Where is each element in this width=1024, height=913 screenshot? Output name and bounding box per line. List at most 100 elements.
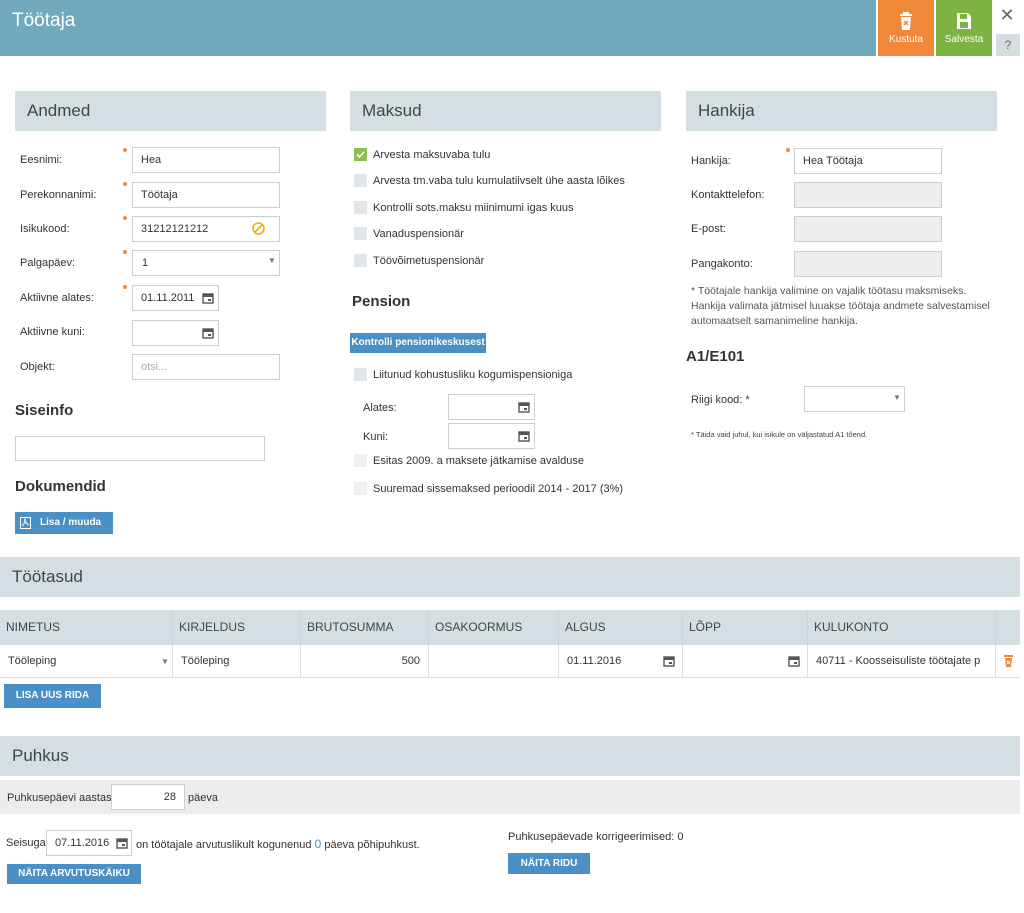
esitas-label: Esitas 2009. a maksete jätkamise avaldus…	[373, 455, 584, 467]
column-header: NIMETUS	[0, 610, 173, 645]
calendar-icon[interactable]	[663, 655, 675, 667]
perekonnanimi-label: Perekonnanimi:	[20, 189, 97, 201]
dokumendid-heading: Dokumendid	[15, 478, 106, 495]
suuremad-label: Suuremad sissemaksed perioodil 2014 - 20…	[373, 483, 624, 495]
required-marker	[123, 216, 127, 220]
palgapaev-label: Palgapäev:	[20, 257, 76, 269]
pension-kuni-label: Kuni:	[363, 431, 389, 443]
a1-heading: A1/E101	[686, 348, 745, 365]
maksud-checkbox-4[interactable]	[354, 254, 367, 267]
section-maksud: Maksud	[350, 91, 661, 131]
maksud-option-label: Arvesta maksuvaba tulu	[373, 149, 491, 161]
kontrolli-pensionikeskusest-button[interactable]: Kontrolli pensionikeskusest	[350, 333, 486, 353]
korrigeerimised-label: Puhkusepäevade korrigeerimised: 0	[508, 831, 684, 843]
calendar-icon[interactable]	[518, 401, 530, 413]
column-header: LÕPP	[683, 610, 808, 645]
hankija-label: Hankija:	[691, 155, 731, 167]
pension-heading: Pension	[352, 293, 411, 310]
eesnimi-label: Eesnimi:	[20, 154, 63, 166]
pdf-icon	[20, 517, 31, 529]
maksud-checkbox-2[interactable]	[354, 201, 367, 214]
required-marker	[786, 148, 790, 152]
calendar-icon[interactable]	[202, 327, 214, 339]
trash-icon[interactable]	[1003, 654, 1014, 667]
cell-brutosumma[interactable]: 500	[301, 645, 429, 677]
accrued-text: on töötajale arvutuslikult kogunenud 0 p…	[136, 837, 420, 851]
suuremad-checkbox[interactable]	[354, 482, 367, 495]
objekt-search-input[interactable]: otsi...	[132, 354, 280, 380]
riigi-kood-select[interactable]	[804, 386, 905, 412]
pangakonto-label: Pangakonto:	[691, 258, 753, 270]
puhkusepaevi-field[interactable]: 28	[111, 784, 185, 810]
maksud-checkbox-3[interactable]	[354, 227, 367, 240]
pension-alates-label: Alates:	[363, 402, 397, 414]
calendar-icon[interactable]	[518, 430, 530, 442]
section-hankija: Hankija	[686, 91, 997, 131]
aktiivne-kuni-label: Aktiivne kuni:	[20, 326, 85, 338]
palgapaev-select[interactable]	[132, 250, 280, 276]
eesnimi-field[interactable]: Hea	[132, 147, 280, 173]
trash-icon	[900, 12, 912, 30]
calendar-icon[interactable]	[202, 292, 214, 304]
maksud-option-label: Töövõimetuspensionär	[373, 255, 485, 267]
esitas-checkbox[interactable]	[354, 454, 367, 467]
required-marker	[123, 182, 127, 186]
siseinfo-heading: Siseinfo	[15, 402, 74, 419]
delete-button[interactable]: Kustuta	[878, 0, 934, 56]
cell-nimetus-value: Tööleping	[8, 655, 57, 667]
aktiivne-alates-value: 01.11.2011	[141, 292, 195, 304]
invalid-icon	[252, 222, 265, 235]
objekt-label: Objekt:	[20, 361, 55, 373]
lisa-muuda-button[interactable]: Lisa / muuda	[15, 512, 113, 534]
liitunud-checkbox[interactable]	[354, 368, 367, 381]
perekonnanimi-field[interactable]: Töötaja	[132, 182, 280, 208]
section-tootasud: Töötasud	[0, 557, 1020, 597]
puhkusepaevi-label: Puhkusepäevi aastas:	[7, 792, 115, 804]
floppy-icon	[957, 13, 971, 29]
section-andmed: Andmed	[15, 91, 326, 131]
save-button-label: Salvesta	[944, 34, 984, 45]
naita-ridu-button[interactable]: NÄITA RIDU	[508, 853, 590, 874]
required-marker	[123, 148, 127, 152]
liitunud-label: Liitunud kohustusliku kogumispensioniga	[373, 369, 573, 381]
naita-arvutuskaiku-button[interactable]: NÄITA ARVUTUSKÄIKU	[7, 864, 141, 884]
cell-kirjeldus[interactable]: Tööleping	[173, 645, 301, 677]
cell-kulukonto[interactable]: 40711 - Koosseisuliste töötajate p	[808, 645, 996, 677]
pangakonto-field	[794, 251, 942, 277]
cell-algus-value: 01.11.2016	[567, 655, 622, 667]
help-button[interactable]: ?	[996, 34, 1020, 56]
a1-note: * Täida vaid juhul, kui isikule on välja…	[691, 430, 868, 439]
siseinfo-textarea[interactable]	[15, 436, 265, 461]
required-marker	[123, 285, 127, 289]
column-header: KIRJELDUS	[173, 610, 301, 645]
accrued-value[interactable]: 0	[315, 837, 322, 851]
epost-label: E-post:	[691, 223, 726, 235]
close-icon[interactable]: ✕	[998, 6, 1016, 24]
hankija-note: * Töötajale hankija valimine on vajalik …	[691, 285, 990, 327]
cell-nimetus[interactable]: Tööleping	[0, 645, 173, 677]
objekt-placeholder: otsi...	[141, 361, 168, 373]
calendar-icon[interactable]	[116, 837, 128, 849]
required-marker	[123, 250, 127, 254]
check-icon	[356, 151, 365, 159]
lisa-uus-rida-button[interactable]: LISA UUS RIDA	[4, 684, 101, 708]
column-header: OSAKOORMUS	[429, 610, 559, 645]
column-header: ALGUS	[559, 610, 683, 645]
column-header: KULUKONTO	[808, 610, 996, 645]
hankija-field[interactable]: Hea Töötaja	[794, 148, 942, 174]
delete-button-label: Kustuta	[889, 34, 923, 45]
maksud-checkbox-1[interactable]	[354, 174, 367, 187]
aktiivne-alates-label: Aktiivne alates:	[20, 292, 94, 304]
maksud-option-label: Arvesta tm.vaba tulu kumulatiivselt ühe …	[373, 175, 625, 187]
calendar-icon[interactable]	[788, 655, 800, 667]
save-button[interactable]: Salvesta	[936, 0, 992, 56]
app-header: Töötaja	[0, 0, 876, 56]
accrued-after: päeva põhipuhkust.	[324, 839, 420, 851]
column-header: BRUTOSUMMA	[301, 610, 429, 645]
maksud-option-label: Vanaduspensionär	[373, 228, 464, 240]
kontakttelefon-label: Kontakttelefon:	[691, 189, 765, 201]
maksud-checkbox-0[interactable]	[354, 148, 367, 161]
section-puhkus: Puhkus	[0, 736, 1020, 776]
cell-osakoormus[interactable]	[429, 645, 559, 677]
seisuga-value: 07.11.2016	[55, 837, 110, 849]
